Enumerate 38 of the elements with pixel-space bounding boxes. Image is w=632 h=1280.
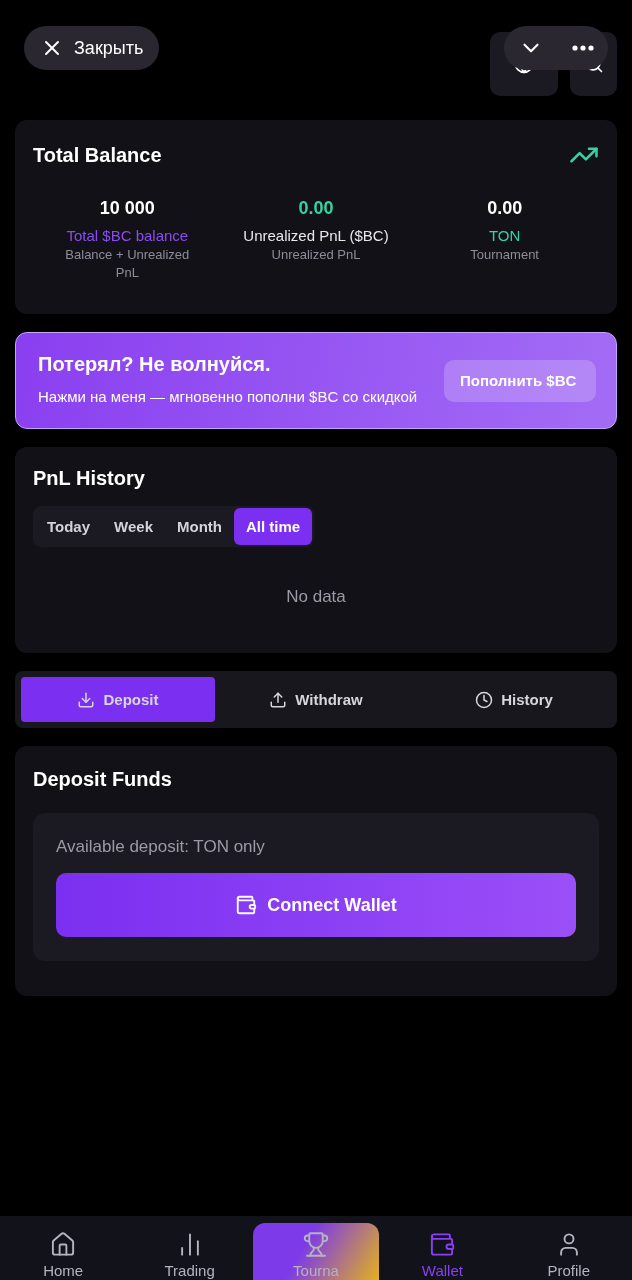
more-icon <box>572 45 594 51</box>
nav-tab[interactable]: Wallet <box>379 1223 506 1280</box>
deposit-note: Available deposit: TON only <box>56 837 266 858</box>
period-tab[interactable]: Month <box>165 508 234 546</box>
card-title: Total Balance <box>33 143 162 167</box>
stat-caption: Unrealized PnL <box>271 246 361 264</box>
close-button[interactable]: Закрыть <box>24 26 160 70</box>
card-title: PnL History <box>33 467 146 491</box>
stat-caption: Balance + Unrealized PnL <box>64 246 191 283</box>
stat-label: Unrealized PnL ($BC) <box>243 227 389 244</box>
stat-caption: Tournament <box>470 246 539 264</box>
action-tab[interactable]: Deposit <box>21 677 215 723</box>
period-tab[interactable]: Today <box>35 508 103 546</box>
promo-text: Нажми на меня — мгновенно пополни $BC со скидкой <box>38 387 418 408</box>
nav-tab[interactable]: Home <box>0 1223 127 1280</box>
action-tab[interactable]: History <box>417 677 611 723</box>
stat-label: Total $BC balance <box>66 227 189 244</box>
period-tab[interactable]: All time <box>233 508 313 546</box>
empty-message: No data <box>285 586 347 609</box>
nav-tab[interactable]: Profile <box>505 1223 632 1280</box>
more-button[interactable] <box>572 45 594 51</box>
upload-icon <box>269 690 288 709</box>
nav-tab[interactable]: Trading <box>126 1223 253 1280</box>
wallet-icon <box>235 894 258 917</box>
download-icon <box>77 690 96 709</box>
wallet-icon <box>428 1231 457 1258</box>
stat-value: 10 000 <box>99 198 155 219</box>
promo-title: Потерял? Не волнуйся. <box>38 353 272 377</box>
connect-wallet-button[interactable]: Connect Wallet <box>56 873 576 938</box>
card-title: Deposit Funds <box>33 768 173 792</box>
stat-label: TON <box>488 227 521 244</box>
trophy-icon <box>302 1231 330 1258</box>
clock-icon <box>475 690 494 709</box>
action-tab[interactable]: Withdraw <box>219 677 413 723</box>
stat-value: 0.00 <box>487 198 523 219</box>
stat-value: 0.00 <box>298 198 334 219</box>
promo-banner[interactable]: Потерял? Не волнуйся. Нажми на меня — мгновенно пополни $BC со скидкой Пополнить $BC <box>15 332 617 430</box>
period-tab[interactable]: Week <box>102 508 165 546</box>
